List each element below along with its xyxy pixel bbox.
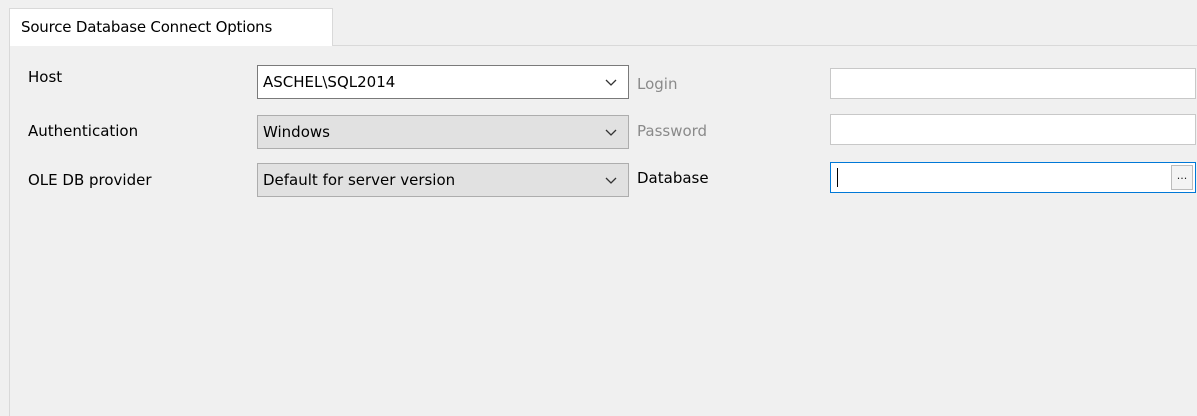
text-caret [837,168,838,187]
ole-db-provider-dropdown[interactable]: Default for server version [257,163,629,197]
database-input[interactable]: ... [830,162,1196,193]
authentication-dropdown[interactable]: Windows [257,115,629,149]
login-input[interactable] [830,68,1196,99]
login-label: Login [637,75,678,93]
tab-label: Source Database Connect Options [21,18,273,36]
database-label: Database [637,169,709,187]
authentication-label: Authentication [28,122,139,140]
chevron-down-icon[interactable] [604,173,618,187]
connect-options-panel: Host Authentication OLE DB provider ASCH… [9,45,1197,416]
host-label: Host [28,68,63,86]
ole-db-provider-label: OLE DB provider [28,171,152,189]
password-label: Password [637,122,708,140]
host-combobox[interactable]: ASCHEL\SQL2014 [257,65,629,99]
host-value: ASCHEL\SQL2014 [263,73,396,91]
chevron-down-icon[interactable] [604,75,618,89]
ole-db-provider-value: Default for server version [263,171,456,189]
password-input[interactable] [830,114,1196,145]
authentication-value: Windows [263,123,330,141]
chevron-down-icon[interactable] [604,125,618,139]
connect-options-window: Source Database Connect Options Host Aut… [0,0,1197,416]
tab-source-database-connect-options[interactable]: Source Database Connect Options [9,8,333,46]
database-browse-button[interactable]: ... [1171,165,1193,190]
